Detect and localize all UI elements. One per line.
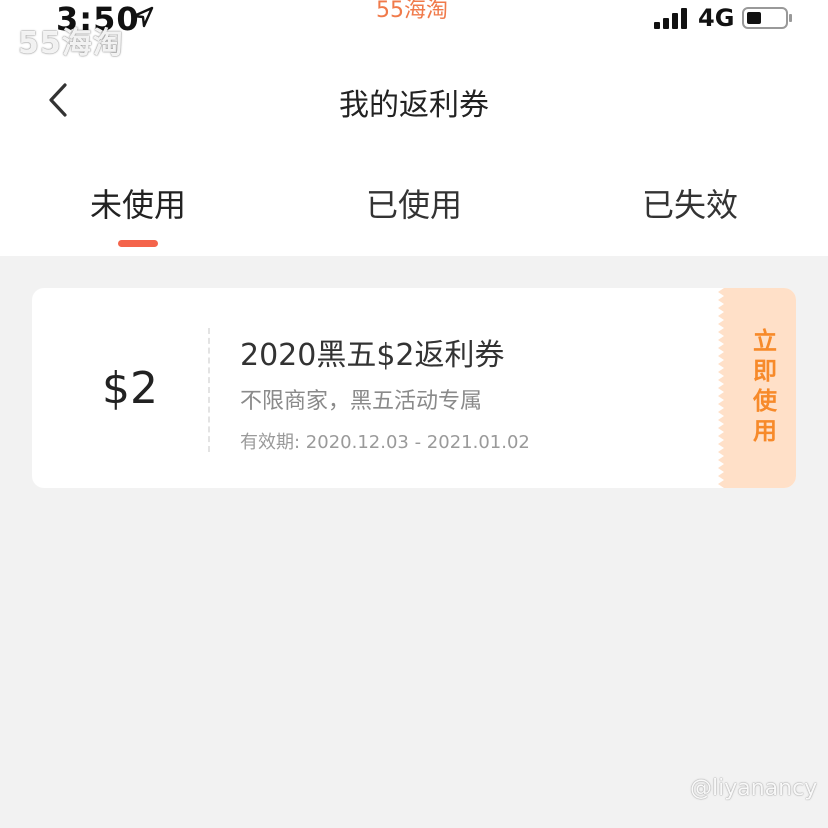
use-now-label: 立即使用 — [748, 328, 777, 448]
active-tab-indicator — [118, 240, 158, 247]
use-now-button[interactable]: 立即使用 — [718, 288, 796, 488]
tab-unused[interactable]: 未使用 — [38, 180, 238, 226]
tab-used[interactable]: 已使用 — [314, 180, 514, 226]
signal-icon — [654, 8, 687, 29]
coupon-validity: 有效期: 2020.12.03 - 2021.01.02 — [240, 432, 530, 453]
coupon-amount: $2 — [102, 362, 158, 414]
battery-icon — [742, 7, 792, 29]
coupon-card[interactable]: $2 2020黑五$2返利券 不限商家，黑五活动专属 有效期: 2020.12.… — [32, 288, 796, 488]
watermark-user: @liyanancy — [690, 776, 818, 801]
tab-expired[interactable]: 已失效 — [590, 180, 790, 226]
ticket-edge-decoration — [718, 288, 730, 488]
location-arrow-icon — [132, 6, 154, 28]
coupon-title: 2020黑五$2返利券 — [240, 338, 505, 373]
coupon-divider — [208, 328, 210, 452]
watermark-logo: 55海淘 — [18, 26, 124, 61]
network-type: 4G — [698, 4, 735, 32]
status-center-label: 55海淘 — [376, 0, 448, 23]
page-title: 我的返利券 — [339, 88, 489, 123]
coupon-description: 不限商家，黑五活动专属 — [240, 389, 483, 414]
